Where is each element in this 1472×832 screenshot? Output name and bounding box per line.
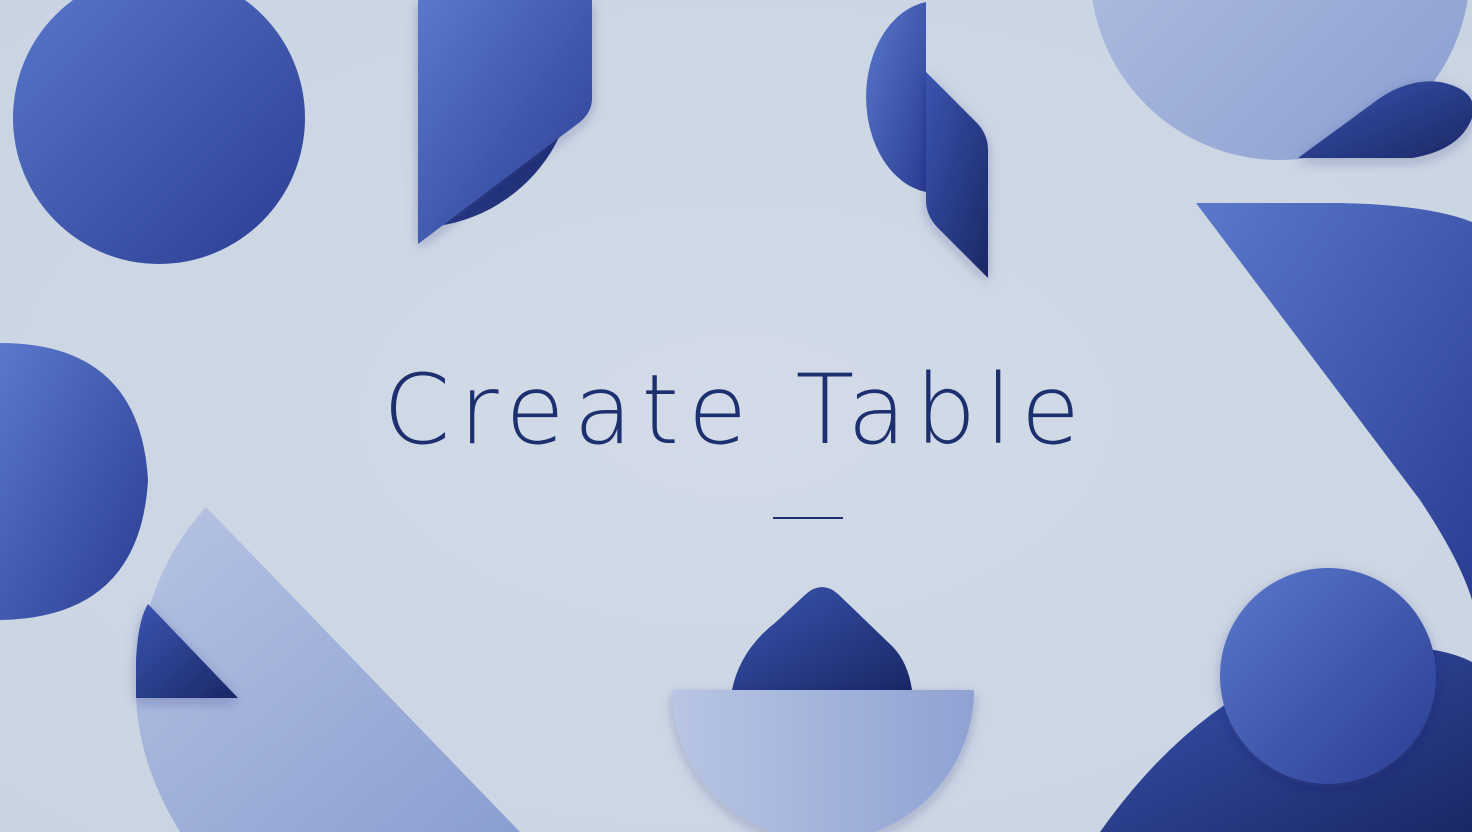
triangle-bottom-left-shape [136,507,520,832]
circle-top-left-shape [13,0,305,264]
circle-top-right-shape [1092,0,1472,160]
folded-d-shape [418,0,592,244]
page-title: Create Table [383,354,1089,466]
half-circle-fold-shape [866,2,988,278]
circles-bottom-right-shape [1100,568,1472,832]
title-underline-divider [773,517,843,519]
bowl-bottom-center-shape [672,587,974,832]
title-slide: Create Table [0,0,1472,832]
